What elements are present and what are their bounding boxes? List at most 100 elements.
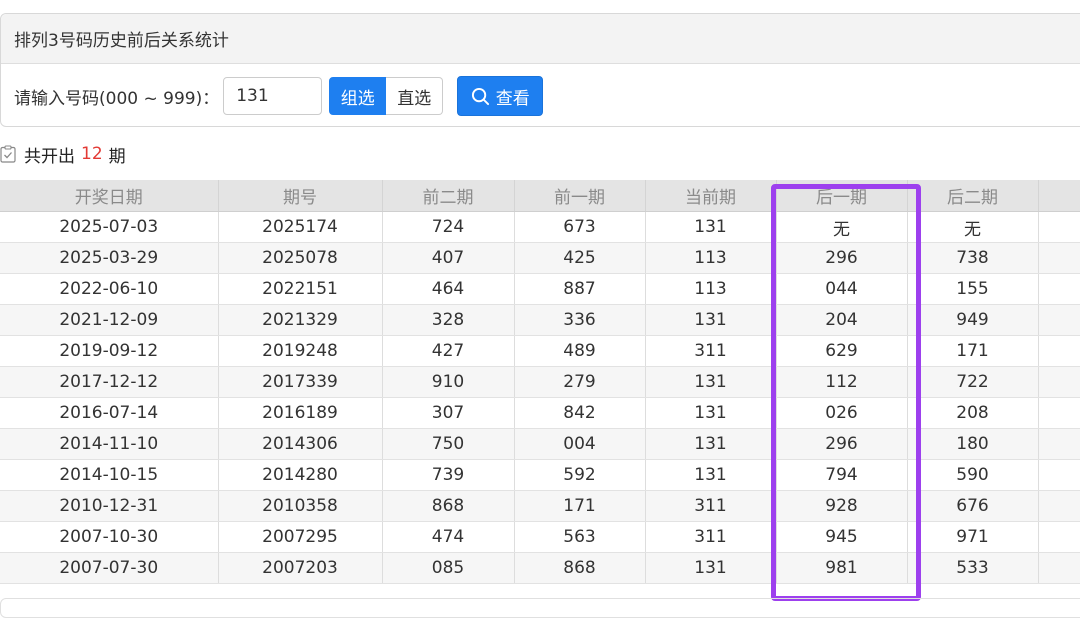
prev-1-cell: 887 [514, 273, 646, 305]
draw-count-summary: 共开出 12 期 [0, 141, 126, 167]
next-2-cell: 208 [907, 397, 1039, 429]
history-table: 开奖日期 期号 前二期 前一期 当前期 后一期 后二期 2025-07-03 20… [0, 180, 1080, 584]
table-row: 2014-11-10 2014306 750 004 131 296 180 [0, 428, 1080, 460]
next-2-cell: 无 [907, 211, 1039, 243]
draw-date-cell: 2014-10-15 [0, 459, 219, 491]
prev-2-cell: 328 [382, 304, 515, 336]
prev-1-cell: 489 [514, 335, 646, 367]
extra-cell [1038, 273, 1080, 305]
summary-prefix: 共开出 [24, 146, 75, 167]
column-header-issue[interactable]: 期号 [218, 180, 383, 212]
prev-1-cell: 425 [514, 242, 646, 274]
issue-cell: 2019248 [218, 335, 383, 367]
issue-cell: 2007295 [218, 521, 383, 553]
column-header-next-2[interactable]: 后二期 [907, 180, 1039, 212]
next-1-cell: 945 [776, 521, 908, 553]
prev-2-cell: 464 [382, 273, 515, 305]
next-2-cell: 676 [907, 490, 1039, 522]
next-1-cell: 296 [776, 242, 908, 274]
page-title: 排列3号码历史前后关系统计 [14, 31, 229, 51]
direct-select-button[interactable]: 直选 [386, 77, 444, 115]
next-2-cell: 949 [907, 304, 1039, 336]
number-input[interactable] [223, 77, 323, 115]
issue-cell: 2022151 [218, 273, 383, 305]
current-cell: 131 [645, 304, 777, 336]
extra-cell [1038, 211, 1080, 243]
search-bar: 请输入号码(000 ~ 999)： 组选 直选 查看 [1, 64, 1080, 128]
column-header-extra [1038, 180, 1080, 212]
issue-cell: 2017339 [218, 366, 383, 398]
next-2-cell: 180 [907, 428, 1039, 460]
draw-date-cell: 2014-11-10 [0, 428, 219, 460]
column-header-draw-date[interactable]: 开奖日期 [0, 180, 219, 212]
prev-2-cell: 724 [382, 211, 515, 243]
draw-date-cell: 2016-07-14 [0, 397, 219, 429]
issue-cell: 2010358 [218, 490, 383, 522]
extra-cell [1038, 521, 1080, 553]
draw-date-cell: 2021-12-09 [0, 304, 219, 336]
prev-1-cell: 336 [514, 304, 646, 336]
table-row: 2022-06-10 2022151 464 887 113 044 155 [0, 273, 1080, 305]
group-select-button[interactable]: 组选 [329, 77, 387, 115]
number-input-label: 请输入号码(000 ~ 999)： [14, 88, 220, 109]
table-row: 2019-09-12 2019248 427 489 311 629 171 [0, 335, 1080, 367]
extra-cell [1038, 552, 1080, 584]
current-cell: 131 [645, 211, 777, 243]
draw-date-cell: 2022-06-10 [0, 273, 219, 305]
draw-date-cell: 2017-12-12 [0, 366, 219, 398]
extra-cell [1038, 335, 1080, 367]
column-header-current[interactable]: 当前期 [645, 180, 777, 212]
history-table-container: 开奖日期 期号 前二期 前一期 当前期 后一期 后二期 2025-07-03 20… [0, 180, 1080, 587]
prev-1-cell: 279 [514, 366, 646, 398]
issue-cell: 2007203 [218, 552, 383, 584]
next-1-cell: 794 [776, 459, 908, 491]
draw-date-cell: 2019-09-12 [0, 335, 219, 367]
table-row: 2017-12-12 2017339 910 279 131 112 722 [0, 366, 1080, 398]
issue-cell: 2025174 [218, 211, 383, 243]
table-body: 2025-07-03 2025174 724 673 131 无无 2025-03-29 20… [0, 211, 1080, 584]
next-1-cell: 928 [776, 490, 908, 522]
extra-cell [1038, 428, 1080, 460]
prev-1-cell: 673 [514, 211, 646, 243]
current-cell: 131 [645, 428, 777, 460]
column-header-next-1[interactable]: 后一期 [776, 180, 908, 212]
prev-1-cell: 592 [514, 459, 646, 491]
current-cell: 311 [645, 335, 777, 367]
prev-1-cell: 842 [514, 397, 646, 429]
table-row: 2016-07-14 2016189 307 842 131 026 208 [0, 397, 1080, 429]
prev-1-cell: 868 [514, 552, 646, 584]
current-cell: 113 [645, 273, 777, 305]
next-1-cell: 981 [776, 552, 908, 584]
table-header-row: 开奖日期 期号 前二期 前一期 当前期 后一期 后二期 [0, 180, 1080, 212]
column-header-prev-2[interactable]: 前二期 [382, 180, 515, 212]
next-2-cell: 738 [907, 242, 1039, 274]
issue-cell: 2025078 [218, 242, 383, 274]
prev-1-cell: 004 [514, 428, 646, 460]
next-1-cell: 112 [776, 366, 908, 398]
issue-cell: 2021329 [218, 304, 383, 336]
draw-date-cell: 2010-12-31 [0, 490, 219, 522]
current-cell: 311 [645, 490, 777, 522]
current-cell: 311 [645, 521, 777, 553]
mode-toggle: 组选 直选 [329, 77, 444, 115]
draw-date-cell: 2007-10-30 [0, 521, 219, 553]
current-cell: 113 [645, 242, 777, 274]
prev-2-cell: 739 [382, 459, 515, 491]
extra-cell [1038, 490, 1080, 522]
checklist-icon [0, 145, 16, 163]
view-button-label: 查看 [495, 88, 530, 109]
table-row: 2014-10-15 2014280 739 592 131 794 590 [0, 459, 1080, 491]
current-cell: 131 [645, 366, 777, 398]
next-1-cell: 296 [776, 428, 908, 460]
view-button[interactable]: 查看 [457, 76, 544, 116]
next-2-cell: 533 [907, 552, 1039, 584]
current-cell: 131 [645, 459, 777, 491]
table-row: 2007-10-30 2007295 474 563 311 945 971 [0, 521, 1080, 553]
prev-2-cell: 474 [382, 521, 515, 553]
next-2-cell: 590 [907, 459, 1039, 491]
table-row: 2021-12-09 2021329 328 336 131 204 949 [0, 304, 1080, 336]
issue-cell: 2014280 [218, 459, 383, 491]
column-header-prev-1[interactable]: 前一期 [514, 180, 646, 212]
prev-2-cell: 085 [382, 552, 515, 584]
next-1-cell: 026 [776, 397, 908, 429]
